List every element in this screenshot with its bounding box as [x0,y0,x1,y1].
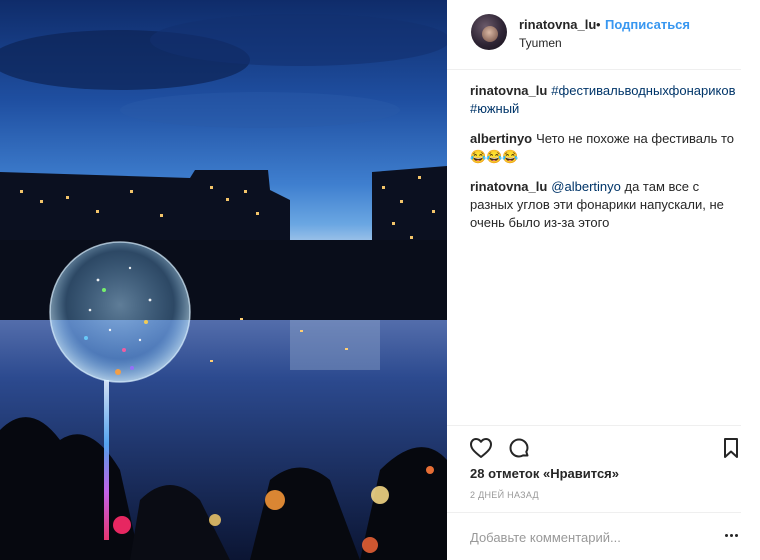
comment-caption: rinatovna_lu #фестивальводныхфонариков #ю… [470,82,742,118]
bookmark-icon[interactable] [719,436,743,460]
follow-button[interactable]: Подписаться [605,17,690,32]
more-options-icon[interactable] [725,531,739,541]
avatar[interactable] [471,14,507,50]
header-separator: • [596,17,601,32]
heart-icon[interactable] [469,436,493,460]
comments-list: rinatovna_lu #фестивальводныхфонариков #ю… [470,82,742,244]
photo-scene [0,14,447,560]
avatar-face [482,26,498,42]
post-header: rinatovna_lu • Подписаться Tyumen [447,0,741,70]
comment-user[interactable]: albertinyo [470,131,532,146]
likes-count[interactable]: 28 отметок «Нравится» [470,466,619,481]
hashtag-link[interactable]: #южный [470,101,519,116]
comment-user[interactable]: rinatovna_lu [470,179,547,194]
post-photo[interactable] [0,0,447,560]
comment-user[interactable]: rinatovna_lu [470,83,547,98]
hashtag-link[interactable]: #фестивальводныхфонариков [551,83,735,98]
post-side-panel: rinatovna_lu • Подписаться Tyumen rinato… [447,0,760,560]
comment-input[interactable] [470,527,710,547]
mention-link[interactable]: @albertinyo [551,179,621,194]
comment-icon[interactable] [507,436,531,460]
comment-item: albertinyo Чето не похоже на фестиваль то… [470,130,742,166]
header-username[interactable]: rinatovna_lu [519,17,596,32]
post-timestamp: 2 ДНЕЙ НАЗАД [470,490,539,500]
add-comment-bar [447,512,741,560]
location-link[interactable]: Tyumen [519,36,562,50]
comment-item: rinatovna_lu @albertinyo да там все с раз… [470,178,742,232]
post-actions [447,425,741,465]
